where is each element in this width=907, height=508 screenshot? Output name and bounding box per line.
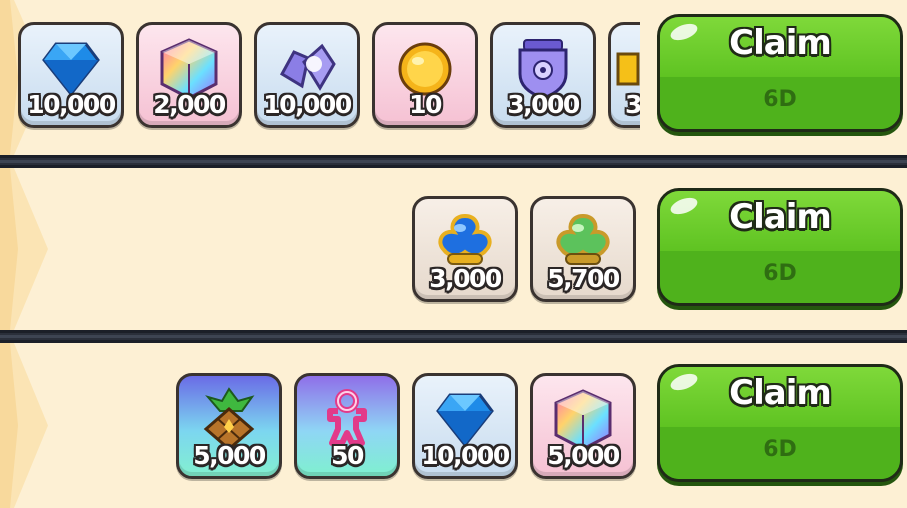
- reward-quantity: 10,000: [263, 90, 352, 119]
- reward-quantity: 5,000: [547, 441, 620, 470]
- reward-quantity: 3,000: [507, 90, 580, 119]
- claim-timer: 6D: [763, 437, 797, 462]
- claim-timer: 6D: [763, 261, 797, 286]
- reward-tile-gold-coin[interactable]: 10: [372, 22, 478, 128]
- reward-tile-soulstone[interactable]: 10,000: [254, 22, 360, 128]
- reward-tile-crystal[interactable]: 10,000: [18, 22, 124, 128]
- reward-tile-pineapple[interactable]: 5,000: [176, 373, 282, 479]
- reward-row-1: 10,000 2,000 10,000 10 3,000 3 Claim 6D: [0, 0, 907, 155]
- reward-quantity: 10: [409, 90, 442, 119]
- row-divider: [0, 155, 907, 168]
- reward-tile-rainbow-cube[interactable]: 2,000: [136, 22, 242, 128]
- reward-tile-cookie-cutter[interactable]: 50: [294, 373, 400, 479]
- claim-button[interactable]: Claim 6D: [657, 188, 903, 306]
- claim-button-label: Claim: [729, 197, 832, 237]
- reward-quantity: 5,000: [193, 441, 266, 470]
- reward-tile-crystal[interactable]: 10,000: [412, 373, 518, 479]
- claim-button[interactable]: Claim 6D: [657, 364, 903, 482]
- reward-row-2: 3,000 5,700 Claim 6D: [0, 168, 907, 330]
- row-divider: [0, 330, 907, 343]
- reward-quantity: 3,000: [429, 264, 502, 293]
- reward-quantity: 10,000: [421, 441, 510, 470]
- reward-quantity: 10,000: [27, 90, 116, 119]
- claim-button-label: Claim: [729, 23, 832, 63]
- reward-quantity: 2,000: [153, 90, 226, 119]
- reward-tile-partial[interactable]: 3: [608, 22, 640, 128]
- reward-quantity: 50: [331, 441, 364, 470]
- reward-quantity: 3: [625, 90, 640, 119]
- reward-tile-green-jelly-gem[interactable]: 5,700: [530, 196, 636, 302]
- reward-row-3: 5,000 50 10,000 5,000 Claim 6D: [0, 343, 907, 508]
- reward-tile-blue-jelly-gem[interactable]: 3,000: [412, 196, 518, 302]
- reward-tile-rainbow-cube[interactable]: 5,000: [530, 373, 636, 479]
- claim-timer: 6D: [763, 87, 797, 112]
- reward-list: 10,000 2,000 10,000 10 3,000 3: [0, 0, 640, 155]
- claim-button[interactable]: Claim 6D: [657, 14, 903, 132]
- reward-tile-guild-crest[interactable]: 3,000: [490, 22, 596, 128]
- claim-button-label: Claim: [729, 373, 832, 413]
- reward-quantity: 5,700: [547, 264, 620, 293]
